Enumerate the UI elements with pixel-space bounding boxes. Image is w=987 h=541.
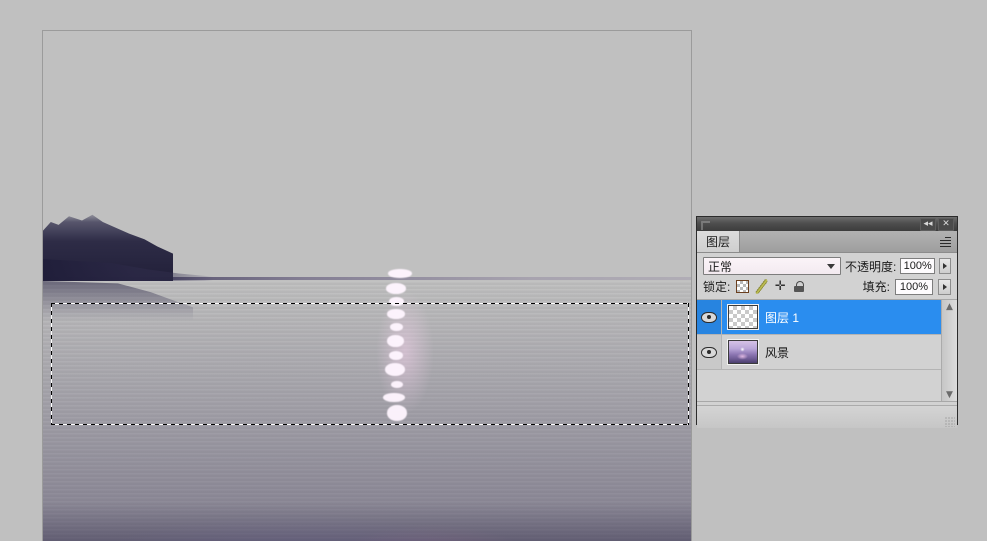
scroll-up-icon[interactable]: ▲ [943,300,956,313]
collapse-icon[interactable]: ◂◂ [920,217,936,231]
sun-reflection-segment [391,381,403,388]
lock-row: 锁定: ✛ 填充: 100% [697,277,957,299]
scroll-down-icon[interactable]: ▼ [943,388,956,401]
opacity-slider-arrow[interactable] [939,258,951,274]
lock-image-pixels-icon[interactable] [754,279,769,294]
chevron-down-icon [827,263,835,269]
layer-visibility-toggle[interactable] [697,300,722,334]
layer-name: 风景 [765,345,790,360]
tab-layers[interactable]: 图层 [697,231,741,252]
eye-icon [701,311,717,323]
fill-label: 填充: [862,280,890,294]
layer-row[interactable]: 风景 [697,335,941,370]
sun-reflection-segment [390,323,403,331]
image-canvas[interactable] [43,31,691,541]
layer-visibility-toggle[interactable] [697,335,722,369]
opacity-label: 不透明度: [845,259,897,274]
layers-panel[interactable]: ◂◂ ✕ 图层 正常 不透明度: 100% 锁定: ✛ 填充: 100% 图层 … [696,216,958,428]
layer-row[interactable]: 图层 1 [697,300,941,335]
layer-thumbnail[interactable] [728,340,758,364]
sun-reflection-segment [387,335,404,347]
sun-reflection-segment [387,405,407,421]
sun-reflection-segment [387,309,405,319]
blend-mode-value: 正常 [708,259,733,274]
panel-tab-bar[interactable]: 图层 [697,231,957,253]
blend-mode-select[interactable]: 正常 [703,257,841,275]
fill-input[interactable]: 100% [895,278,933,295]
layer-list-container: 图层 1 风景 ▲ ▼ [697,299,957,402]
layer-thumbnail[interactable] [728,305,758,329]
close-icon[interactable]: ✕ [938,217,954,231]
panel-resize-grip[interactable] [945,417,955,427]
blend-opacity-row: 正常 不透明度: 100% [697,253,957,277]
eye-icon [701,346,717,358]
panel-menu-icon[interactable] [937,235,953,248]
sun-reflection-segment [383,393,405,402]
lock-label: 锁定: [703,280,731,294]
scrollbar-track[interactable] [942,313,957,388]
layer-list-scrollbar[interactable]: ▲ ▼ [941,300,957,401]
sun-reflection-segment [388,269,412,278]
layer-list[interactable]: 图层 1 风景 [697,300,941,401]
fill-slider-arrow[interactable] [938,278,951,295]
panel-drag-grip[interactable] [701,221,710,230]
sun-reflection-segment [385,363,405,376]
lock-transparent-pixels-icon[interactable] [735,280,749,294]
panel-titlebar[interactable]: ◂◂ ✕ [697,217,957,231]
panel-bottom-bar [697,405,957,428]
opacity-input[interactable]: 100% [900,258,936,274]
layer-name: 图层 1 [765,310,800,325]
sun-reflection-segment [389,297,404,306]
lock-position-icon[interactable]: ✛ [773,280,787,294]
sun-reflection-segment [386,283,406,294]
sun-reflection-segment [389,351,403,360]
lock-all-icon[interactable] [792,280,806,294]
move-glyph: ✛ [774,279,786,294]
